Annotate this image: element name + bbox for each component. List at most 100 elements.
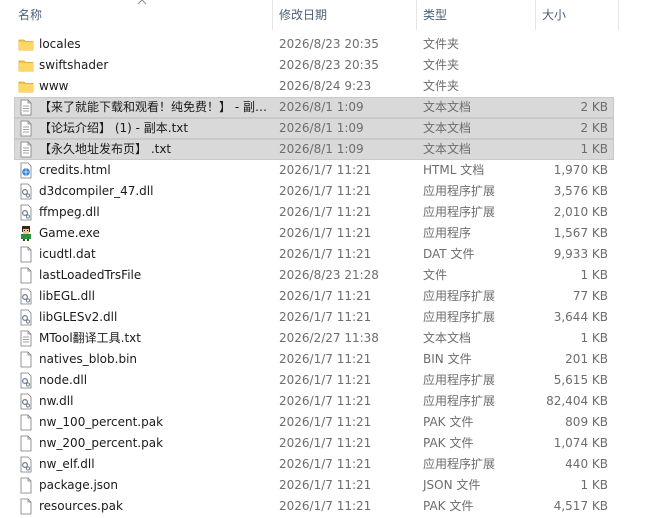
file-type: 应用程序扩展: [423, 184, 496, 198]
folder-icon: [18, 36, 34, 53]
file-size: 1 KB: [580, 268, 608, 282]
blank-file-icon: [18, 246, 34, 263]
file-row[interactable]: locales 2026/8/23 20:35 文件夹: [14, 34, 614, 55]
file-size: 3,644 KB: [553, 310, 608, 324]
dll-file-icon: [18, 372, 34, 389]
file-size: 77 KB: [572, 289, 608, 303]
file-type: 应用程序扩展: [423, 310, 496, 324]
file-type: 应用程序扩展: [423, 205, 496, 219]
file-size: 1 KB: [580, 142, 608, 156]
file-type: BIN 文件: [423, 352, 472, 366]
column-divider[interactable]: [535, 0, 536, 30]
file-name: libGLESv2.dll: [39, 310, 118, 324]
file-type: 应用程序扩展: [423, 457, 496, 471]
file-modified-date: 2026/8/24 9:23: [279, 79, 372, 93]
file-name: icudtl.dat: [39, 247, 96, 261]
file-size: 809 KB: [565, 415, 608, 429]
column-header-size[interactable]: 大小: [542, 0, 566, 30]
dll-file-icon: [18, 309, 34, 326]
dll-file-icon: [18, 204, 34, 221]
file-row[interactable]: 【永久地址发布页】 .txt 2026/8/1 1:09 文本文档 1 KB: [14, 139, 614, 160]
file-modified-date: 2026/8/1 1:09: [279, 142, 364, 156]
file-modified-date: 2026/8/1 1:09: [279, 100, 364, 114]
file-name: locales: [39, 37, 81, 51]
dll-file-icon: [18, 288, 34, 305]
file-name: MTool翻译工具.txt: [39, 331, 141, 345]
file-row[interactable]: nw_100_percent.pak 2026/1/7 11:21 PAK 文件 80…: [14, 412, 614, 433]
file-name: www: [39, 79, 69, 93]
file-type: 文本文档: [423, 121, 472, 135]
file-row[interactable]: nw_elf.dll 2026/1/7 11:21 应用程序扩展 440 KB: [14, 454, 614, 475]
blank-file-icon: [18, 477, 34, 494]
file-size: 201 KB: [565, 352, 608, 366]
file-row[interactable]: lastLoadedTrsFile 2026/8/23 21:28 文件 1 KB: [14, 265, 614, 286]
text-file-icon: [18, 99, 34, 116]
file-name: natives_blob.bin: [39, 352, 138, 366]
file-row[interactable]: d3dcompiler_47.dll 2026/1/7 11:21 应用程序扩展 3,…: [14, 181, 614, 202]
file-size: 1,074 KB: [553, 436, 608, 450]
file-row[interactable]: icudtl.dat 2026/1/7 11:21 DAT 文件 9,933 KB: [14, 244, 614, 265]
dll-file-icon: [18, 456, 34, 473]
file-row[interactable]: nw.dll 2026/1/7 11:21 应用程序扩展 82,404 KB: [14, 391, 614, 412]
file-row[interactable]: libEGL.dll 2026/1/7 11:21 应用程序扩展 77 KB: [14, 286, 614, 307]
file-modified-date: 2026/8/23 21:28: [279, 268, 379, 282]
file-type: 文件夹: [423, 79, 460, 93]
file-modified-date: 2026/1/7 11:21: [279, 436, 372, 450]
column-divider[interactable]: [618, 0, 619, 30]
file-modified-date: 2026/8/23 20:35: [279, 37, 379, 51]
file-name: 【永久地址发布页】 .txt: [39, 142, 172, 156]
file-row[interactable]: 【论坛介绍】 (1) - 副本.txt 2026/8/1 1:09 文本文档 2 KB: [14, 118, 614, 139]
file-modified-date: 2026/1/7 11:21: [279, 163, 372, 177]
file-row[interactable]: credits.html 2026/1/7 11:21 HTML 文档 1,970 K…: [14, 160, 614, 181]
file-size: 9,933 KB: [553, 247, 608, 261]
file-modified-date: 2026/1/7 11:21: [279, 478, 372, 492]
file-row[interactable]: 【来了就能下载和观看！纯免费！】 - 副… 2026/8/1 1:09 文本文档 2 …: [14, 97, 614, 118]
text-file-icon: [18, 330, 34, 347]
column-header-type[interactable]: 类型: [423, 0, 447, 30]
file-type: 文件夹: [423, 37, 460, 51]
file-type: 应用程序扩展: [423, 289, 496, 303]
file-size: 1,567 KB: [553, 226, 608, 240]
file-name: nw_200_percent.pak: [39, 436, 164, 450]
column-header-modified[interactable]: 修改日期: [279, 0, 327, 30]
file-row[interactable]: node.dll 2026/1/7 11:21 应用程序扩展 5,615 KB: [14, 370, 614, 391]
file-name: 【论坛介绍】 (1) - 副本.txt: [39, 121, 189, 135]
blank-file-icon: [18, 498, 34, 515]
file-type: DAT 文件: [423, 247, 475, 261]
file-row[interactable]: ffmpeg.dll 2026/1/7 11:21 应用程序扩展 2,010 KB: [14, 202, 614, 223]
file-size: 82,404 KB: [546, 394, 608, 408]
blank-file-icon: [18, 414, 34, 431]
blank-file-icon: [18, 351, 34, 368]
blank-file-icon: [18, 435, 34, 452]
file-size: 5,615 KB: [553, 373, 608, 387]
column-header-name[interactable]: 名称: [18, 0, 42, 30]
file-modified-date: 2026/1/7 11:21: [279, 247, 372, 261]
column-header-bar: 名称 修改日期 类型 大小: [0, 0, 667, 30]
file-row[interactable]: Game.exe 2026/1/7 11:21 应用程序 1,567 KB: [14, 223, 614, 244]
column-divider[interactable]: [416, 0, 417, 30]
html-file-icon: [18, 162, 34, 179]
folder-icon: [18, 57, 34, 74]
file-size: 1 KB: [580, 478, 608, 492]
folder-icon: [18, 78, 34, 95]
file-row[interactable]: MTool翻译工具.txt 2026/2/27 11:38 文本文档 1 KB: [14, 328, 614, 349]
file-name: node.dll: [39, 373, 88, 387]
file-row[interactable]: libGLESv2.dll 2026/1/7 11:21 应用程序扩展 3,644 K…: [14, 307, 614, 328]
file-row[interactable]: swiftshader 2026/8/23 20:35 文件夹: [14, 55, 614, 76]
file-row[interactable]: resources.pak 2026/1/7 11:21 PAK 文件 4,517 K…: [14, 496, 614, 517]
file-type: 文本文档: [423, 100, 472, 114]
column-divider[interactable]: [272, 0, 273, 30]
file-row[interactable]: www 2026/8/24 9:23 文件夹: [14, 76, 614, 97]
file-modified-date: 2026/1/7 11:21: [279, 184, 372, 198]
file-modified-date: 2026/1/7 11:21: [279, 289, 372, 303]
file-size: 3,576 KB: [553, 184, 608, 198]
file-name: credits.html: [39, 163, 111, 177]
file-type: JSON 文件: [423, 478, 481, 492]
file-modified-date: 2026/8/23 20:35: [279, 58, 379, 72]
file-row[interactable]: nw_200_percent.pak 2026/1/7 11:21 PAK 文件 1,…: [14, 433, 614, 454]
file-row[interactable]: natives_blob.bin 2026/1/7 11:21 BIN 文件 201 …: [14, 349, 614, 370]
file-modified-date: 2026/8/1 1:09: [279, 121, 364, 135]
file-row[interactable]: package.json 2026/1/7 11:21 JSON 文件 1 KB: [14, 475, 614, 496]
text-file-icon: [18, 141, 34, 158]
file-type: 应用程序扩展: [423, 373, 496, 387]
